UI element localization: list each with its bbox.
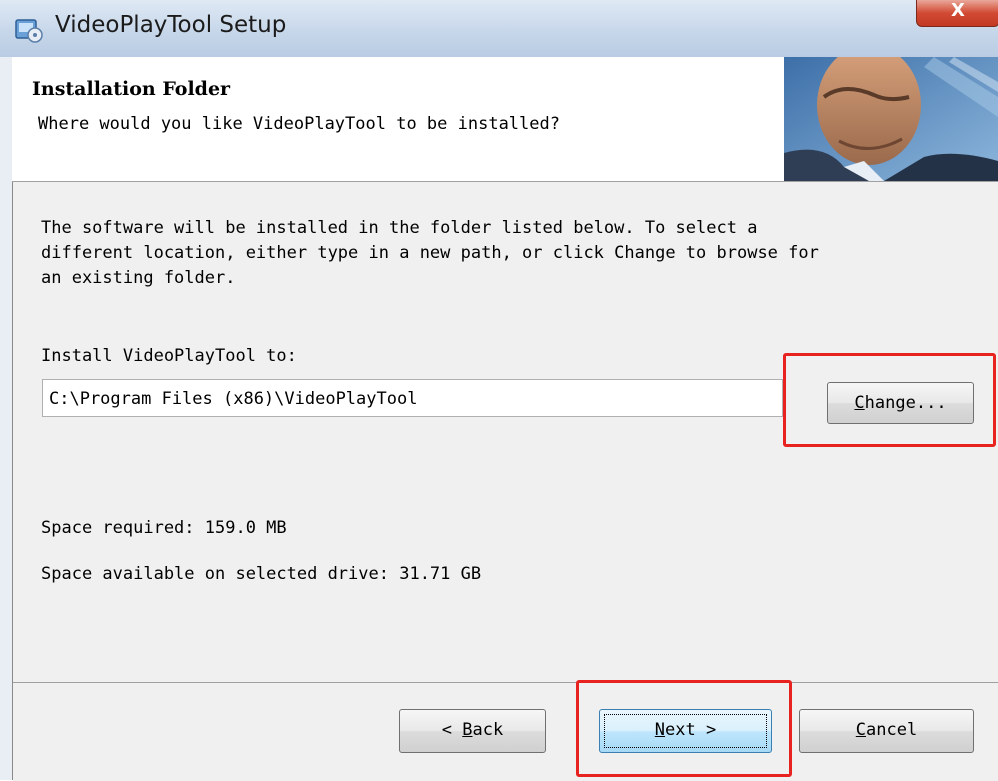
- close-icon: X: [951, 0, 965, 21]
- cancel-button[interactable]: Cancel: [799, 709, 974, 753]
- installer-icon: [15, 19, 43, 43]
- install-location-label: Install VideoPlayTool to:: [41, 346, 297, 366]
- install-path-field[interactable]: C:\Program Files (x86)\VideoPlayTool: [42, 379, 783, 417]
- back-button-mnemonic: B: [462, 720, 473, 740]
- back-button-label: ack: [472, 720, 504, 740]
- wizard-header: Installation Folder Where would you like…: [12, 57, 998, 182]
- setup-window: VideoPlayTool Setup X Installation Folde…: [0, 0, 998, 781]
- wizard-footer: < Back Next > Cancel: [13, 682, 998, 781]
- back-button-prefix: <: [441, 720, 463, 740]
- highlight-next-button: [576, 680, 792, 777]
- space-required-text: Space required: 159.0 MB: [41, 518, 287, 538]
- page-subtitle: Where would you like VideoPlayTool to be…: [38, 114, 560, 134]
- install-description: The software will be installed in the fo…: [41, 218, 819, 288]
- space-available-text: Space available on selected drive: 31.71…: [41, 564, 482, 584]
- close-button[interactable]: X: [916, 0, 998, 27]
- header-banner-image: [784, 57, 998, 181]
- back-button[interactable]: < Back: [399, 709, 546, 753]
- page-title: Installation Folder: [32, 78, 231, 100]
- cancel-button-label: ancel: [866, 720, 918, 740]
- title-bar[interactable]: VideoPlayTool Setup X: [0, 0, 998, 58]
- cancel-button-mnemonic: C: [855, 720, 867, 740]
- highlight-change-button: [783, 353, 996, 447]
- window-title: VideoPlayTool Setup: [55, 12, 287, 38]
